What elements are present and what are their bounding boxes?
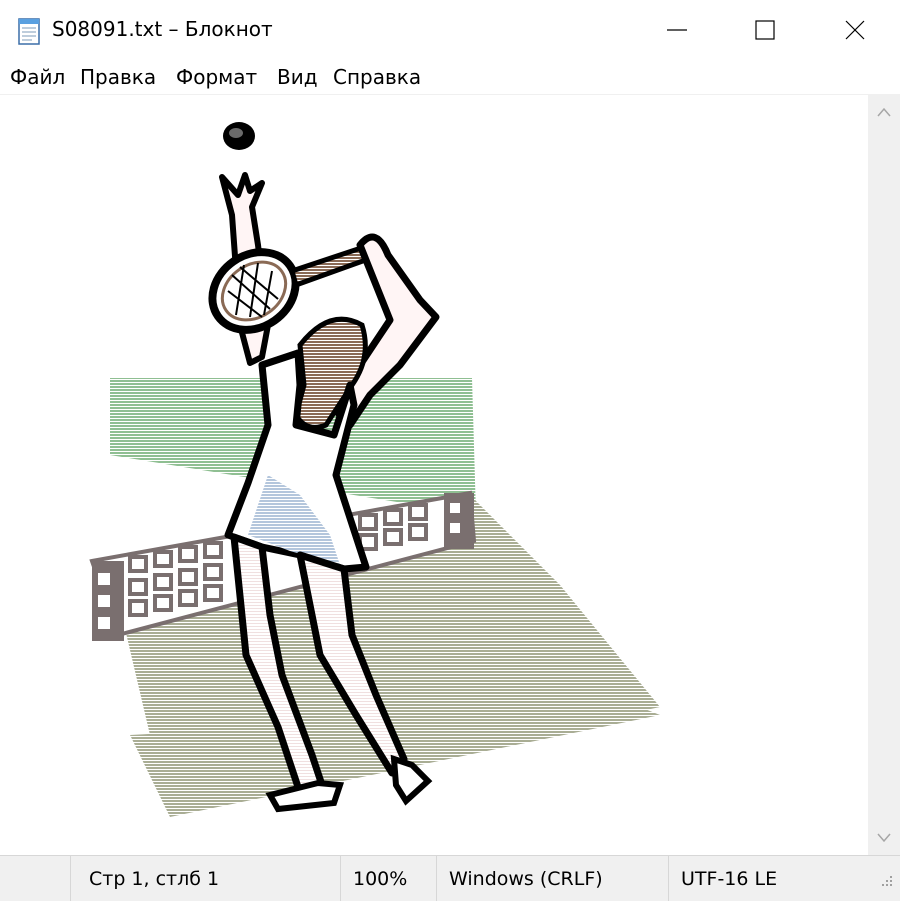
notepad-icon <box>18 18 40 45</box>
minimize-button[interactable] <box>632 0 722 60</box>
scroll-down-button[interactable] <box>868 821 900 855</box>
notepad-window: S08091.txt – Блокнот Файл Правка Формат … <box>0 0 900 901</box>
menu-format[interactable]: Формат <box>176 65 257 89</box>
status-line-endings: Windows (CRLF) <box>449 868 603 890</box>
status-encoding-segment: UTF-16 LE <box>668 856 869 901</box>
scroll-up-button[interactable] <box>868 95 900 129</box>
text-editor-area[interactable] <box>0 95 868 855</box>
chevron-down-icon <box>877 833 891 843</box>
maximize-icon <box>755 20 775 40</box>
status-position: Стр 1, стлб 1 <box>89 868 220 890</box>
vertical-scrollbar[interactable] <box>868 95 900 855</box>
menu-help[interactable]: Справка <box>333 65 421 89</box>
window-title: S08091.txt – Блокнот <box>52 17 273 41</box>
minimize-icon <box>667 29 687 31</box>
title-bar[interactable]: S08091.txt – Блокнот <box>0 0 900 60</box>
status-bar: Стр 1, стлб 1 100% Windows (CRLF) UTF-16… <box>0 855 900 901</box>
menu-bar: Файл Правка Формат Вид Справка <box>0 60 900 95</box>
menu-edit[interactable]: Правка <box>80 65 156 89</box>
tennis-player-clipart <box>89 122 660 817</box>
close-icon <box>845 20 865 40</box>
chevron-up-icon <box>877 107 891 117</box>
menu-view[interactable]: Вид <box>277 65 318 89</box>
maximize-button[interactable] <box>720 0 810 60</box>
status-encoding: UTF-16 LE <box>681 868 778 890</box>
menu-file[interactable]: Файл <box>10 65 65 89</box>
close-button[interactable] <box>810 0 900 60</box>
resize-grip-icon[interactable] <box>876 874 896 894</box>
status-position-segment: Стр 1, стлб 1 <box>70 856 341 901</box>
status-zoom-segment: 100% <box>340 856 437 901</box>
status-line-endings-segment: Windows (CRLF) <box>436 856 669 901</box>
status-zoom: 100% <box>353 868 408 890</box>
